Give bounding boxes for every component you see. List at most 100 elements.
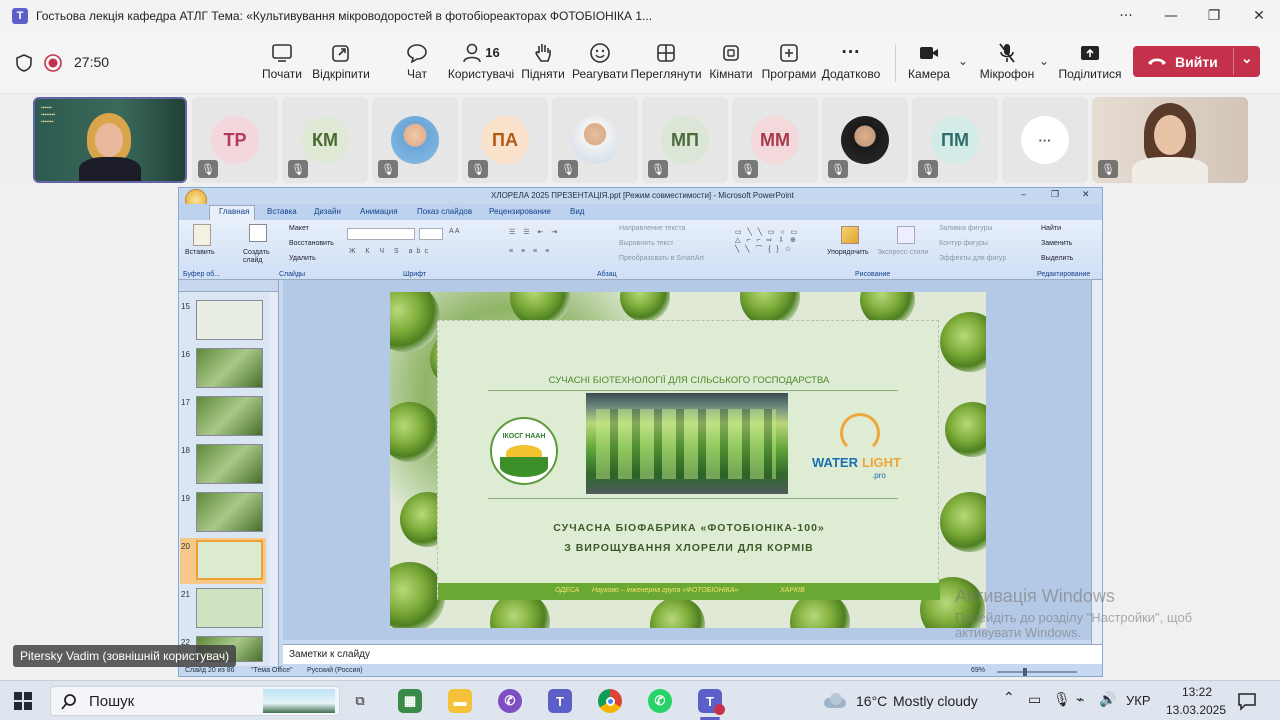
keyboard-language[interactable]: УКР xyxy=(1126,693,1151,708)
teams-active-icon[interactable]: T xyxy=(698,689,725,715)
teams-icon[interactable]: T xyxy=(548,689,572,713)
windows-start-icon[interactable] xyxy=(14,692,32,710)
rooms-button[interactable]: Кімнати xyxy=(709,42,753,81)
text-direction-button[interactable]: Направление текста xyxy=(619,225,685,232)
ribbon-tab[interactable]: Дизайн xyxy=(314,207,341,216)
leave-options-chevron-icon[interactable]: ⌄ xyxy=(1241,50,1253,67)
delete-button[interactable]: Удалить xyxy=(289,255,316,262)
camera-button[interactable]: Камера xyxy=(906,42,952,81)
slide-thumbnail[interactable] xyxy=(196,396,263,436)
slide-thumbnail[interactable] xyxy=(196,588,263,628)
ppt-close-button[interactable]: ✕ xyxy=(1082,189,1090,200)
reset-button[interactable]: Восстановить xyxy=(289,240,334,247)
start-presenting-button[interactable]: Почати xyxy=(258,42,306,81)
participants-button[interactable]: 16 Користувачі xyxy=(448,42,514,81)
participant-tile[interactable]: ММ 🎙 xyxy=(732,97,818,183)
ribbon-tab[interactable]: Рецензирование xyxy=(489,207,551,216)
participant-tile[interactable]: 🎙 xyxy=(372,97,458,183)
maximize-button[interactable]: ❐ xyxy=(1191,0,1237,32)
ribbon-tab[interactable]: Вид xyxy=(570,207,584,216)
participant-video-tile[interactable]: ▪▪▪▪▪▪ ▪▪▪▪▪▪▪▪ ▪▪▪▪▪▪▪ xyxy=(33,97,187,183)
arrange-button[interactable]: Упорядочить xyxy=(827,249,869,256)
quick-styles-button[interactable]: Экспресс-стили xyxy=(877,249,928,256)
clock-date[interactable]: 13.03.2025 xyxy=(1156,703,1236,717)
smartart-button[interactable]: Преобразовать в SmartArt xyxy=(619,255,704,262)
minimize-button[interactable]: — xyxy=(1148,0,1194,32)
ppt-maximize-button[interactable]: ❐ xyxy=(1051,189,1059,200)
ribbon-tab[interactable]: Анимация xyxy=(360,207,398,216)
raise-hand-button[interactable]: Підняти xyxy=(520,42,566,81)
align-buttons[interactable]: ≡ ≡ ≡ ≡ xyxy=(509,248,552,255)
file-explorer-icon[interactable]: ▬ xyxy=(448,689,472,713)
layout-button[interactable]: Макет xyxy=(289,225,309,232)
unpin-button[interactable]: Відкріпити xyxy=(312,42,370,81)
ribbon-tab[interactable]: Показ слайдов xyxy=(417,207,472,216)
thumbnails-pane-tabs[interactable] xyxy=(179,280,278,292)
weather-cloud-icon[interactable] xyxy=(822,690,848,710)
participant-tile[interactable]: ПА 🎙 xyxy=(462,97,548,183)
weather-description[interactable]: Mostly cloudy xyxy=(893,693,978,709)
whatsapp-icon[interactable]: ✆ xyxy=(648,689,672,713)
volume-icon[interactable]: 🔊 xyxy=(1099,691,1116,708)
new-slide-button[interactable]: Создать слайд xyxy=(243,249,271,265)
paste-button[interactable]: Вставить xyxy=(185,249,215,256)
thumbnails-scrollbar[interactable] xyxy=(269,292,278,666)
current-slide[interactable]: СУЧАСНІ БІОТЕХНОЛОГІЇ ДЛЯ СІЛЬСЬКОГО ГОС… xyxy=(390,292,986,628)
font-size-buttons[interactable]: A A xyxy=(449,228,460,235)
more-participants-tile[interactable]: ··· xyxy=(1002,97,1088,183)
more-options-icon[interactable]: ··· xyxy=(1103,0,1149,32)
battery-icon[interactable]: ▭ xyxy=(1028,691,1041,708)
ribbon-tab[interactable]: Вставка xyxy=(267,207,297,216)
participant-tile[interactable]: КМ 🎙 xyxy=(282,97,368,183)
participant-tile[interactable]: TP 🎙 xyxy=(192,97,278,183)
shape-outline-button[interactable]: Контур фигуры xyxy=(939,240,988,247)
clock-time[interactable]: 13:22 xyxy=(1162,685,1232,699)
find-button[interactable]: Найти xyxy=(1041,225,1061,232)
microphone-tray-icon[interactable]: 🎙 xyxy=(1053,691,1071,708)
shape-effects-button[interactable]: Эффекты для фигур xyxy=(939,255,1006,262)
participant-tile[interactable]: 🎙 xyxy=(822,97,908,183)
apps-button[interactable]: Програми xyxy=(762,42,816,81)
font-size-select[interactable] xyxy=(419,228,443,240)
participant-tile[interactable]: 🎙 xyxy=(552,97,638,183)
taskbar-search-box[interactable]: Пошук xyxy=(50,686,340,716)
shield-icon[interactable] xyxy=(15,54,33,72)
close-button[interactable]: ✕ xyxy=(1236,0,1280,32)
viber-icon[interactable]: ✆ xyxy=(498,689,522,713)
zoom-slider-thumb[interactable] xyxy=(1023,668,1027,676)
network-icon[interactable]: ⌁ xyxy=(1076,691,1084,708)
slide-notes-field[interactable]: Заметки к слайду xyxy=(283,644,1102,664)
weather-temperature[interactable]: 16°C xyxy=(856,693,887,709)
slide-thumbnail-selected[interactable] xyxy=(196,540,263,580)
microphone-button[interactable]: Мікрофон xyxy=(980,42,1034,81)
chat-button[interactable]: Чат xyxy=(400,42,434,81)
calculator-icon[interactable]: ▦ xyxy=(398,689,422,713)
view-button[interactable]: Переглянути xyxy=(630,42,702,81)
font-family-select[interactable] xyxy=(347,228,415,240)
shape-fill-button[interactable]: Заливка фигуры xyxy=(939,225,992,232)
tray-chevron-up-icon[interactable]: ⌃ xyxy=(1003,689,1015,706)
replace-button[interactable]: Заменить xyxy=(1041,240,1072,247)
more-button[interactable]: ··· Додатково xyxy=(822,42,881,81)
participant-tile[interactable]: ПМ 🎙 xyxy=(912,97,998,183)
slide-thumbnail[interactable] xyxy=(196,492,263,532)
list-buttons[interactable]: ☰ ☰ ⇤ ⇥ xyxy=(509,228,560,236)
ribbon-tab[interactable]: Главная xyxy=(219,207,249,216)
font-style-buttons[interactable]: Ж К Ч S abc xyxy=(349,248,432,255)
camera-options-chevron-icon[interactable]: ⌄ xyxy=(958,54,968,68)
align-text-button[interactable]: Выровнять текст xyxy=(619,240,674,247)
ppt-minimize-button[interactable]: – xyxy=(1021,189,1026,199)
leave-button[interactable]: Вийти ⌄ xyxy=(1133,46,1260,77)
zoom-slider[interactable] xyxy=(997,671,1077,673)
task-view-icon[interactable]: ⧉ xyxy=(348,689,372,713)
chrome-icon[interactable] xyxy=(598,689,622,713)
slide-thumbnail[interactable] xyxy=(196,300,263,340)
participant-video-tile[interactable]: 🎙 xyxy=(1092,97,1248,183)
participant-tile[interactable]: МП 🎙 xyxy=(642,97,728,183)
slide-thumbnail[interactable] xyxy=(196,348,263,388)
react-button[interactable]: Реагувати xyxy=(572,42,628,81)
select-button[interactable]: Выделить xyxy=(1041,255,1073,262)
shapes-gallery[interactable]: ▭ ╲ ╲ ▭ ○ ▭ △ ⌐ ⌐ ⇨ ⇩ ⊕ ╲ ╲ ⌒ { } ☆ xyxy=(735,228,799,254)
mic-options-chevron-icon[interactable]: ⌄ xyxy=(1039,54,1049,68)
share-button[interactable]: Поділитися xyxy=(1058,42,1122,81)
